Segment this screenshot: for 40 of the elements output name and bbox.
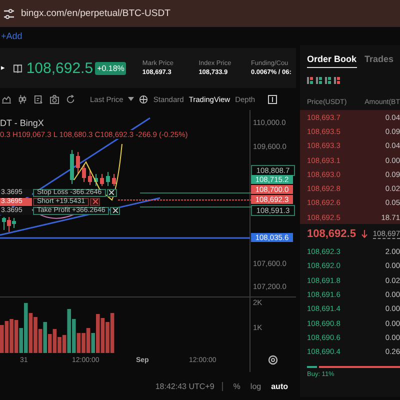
close-button[interactable] bbox=[110, 207, 120, 215]
add-link[interactable]: +Add bbox=[1, 31, 22, 41]
dropdown-caret-icon[interactable] bbox=[128, 97, 134, 101]
clock-text: 18:42:43 UTC+9 bbox=[155, 382, 224, 390]
panel-tab[interactable]: Trades bbox=[364, 50, 394, 68]
change-badge: +0.18% bbox=[95, 62, 126, 74]
last-price: 108,692.5 bbox=[307, 228, 356, 240]
fullscreen-icon[interactable] bbox=[268, 94, 278, 104]
site-settings-icon[interactable] bbox=[3, 8, 15, 20]
layout-icon[interactable] bbox=[334, 77, 340, 84]
settings-icon[interactable] bbox=[268, 355, 278, 365]
scale-option[interactable]: log bbox=[250, 382, 262, 390]
candle bbox=[70, 150, 74, 184]
close-button[interactable] bbox=[90, 198, 100, 206]
candle bbox=[82, 164, 86, 182]
scale-option[interactable]: % bbox=[233, 382, 240, 390]
candle bbox=[94, 174, 98, 186]
chart-title: DT - BingX bbox=[0, 118, 44, 128]
indicator-icon[interactable] bbox=[34, 94, 43, 104]
candle bbox=[106, 172, 110, 186]
candle bbox=[88, 170, 92, 186]
refresh-icon[interactable] bbox=[66, 94, 75, 104]
candle bbox=[112, 174, 116, 186]
panel-tab[interactable]: Order Book bbox=[307, 50, 357, 68]
candle bbox=[76, 152, 80, 174]
template-icon[interactable] bbox=[139, 94, 148, 104]
layout-icon[interactable] bbox=[307, 77, 313, 84]
caret-icon[interactable] bbox=[0, 65, 6, 71]
layout-icon[interactable] bbox=[316, 77, 322, 84]
candle bbox=[100, 174, 104, 186]
layout-icon[interactable] bbox=[325, 77, 331, 84]
url-text[interactable]: bingx.com/en/perpetual/BTC-USDT bbox=[21, 8, 170, 19]
scale-option[interactable]: auto bbox=[271, 382, 288, 390]
last-price: 108,692.5 bbox=[26, 60, 94, 76]
chart-type-icon[interactable] bbox=[2, 94, 11, 104]
camera-icon[interactable] bbox=[50, 94, 59, 104]
down-arrow-icon bbox=[360, 230, 368, 238]
close-button[interactable] bbox=[106, 189, 117, 197]
book-icon[interactable] bbox=[12, 64, 22, 72]
candles-icon[interactable] bbox=[18, 94, 27, 104]
